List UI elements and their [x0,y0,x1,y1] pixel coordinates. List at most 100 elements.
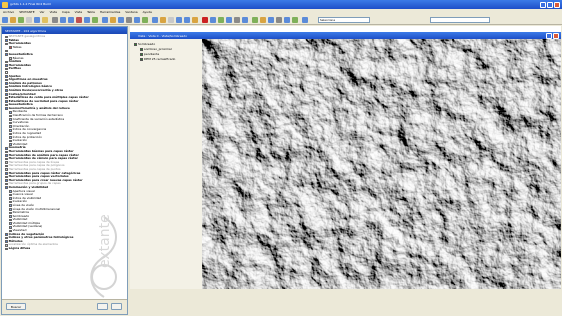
layer-item[interactable]: pendiente [140,52,159,56]
layer-combo[interactable]: Seleccione [318,16,370,23]
menu-item[interactable]: Vista [50,10,57,14]
toolbar-button[interactable] [102,16,108,23]
layer-item[interactable]: sombreo_proximal [140,47,172,51]
toolbar-button[interactable] [110,16,116,23]
tree-item-icon [5,172,8,175]
tree-item-icon [5,233,8,236]
tree-item-icon [5,60,8,64]
toolbar-button[interactable] [152,16,158,23]
menu-item[interactable]: Ayuda [143,10,152,14]
layer-label: pendiente [144,52,160,56]
menu-item[interactable]: Herramientas [100,10,120,14]
tree-item-icon [9,128,12,132]
tree-item-icon [5,78,8,82]
menu-item[interactable]: Tabla [87,10,95,14]
toolbar-button[interactable] [252,16,258,23]
tree-item-icon [5,179,8,182]
toolbar-button[interactable] [60,16,66,23]
toolbar-button[interactable] [168,16,174,23]
map-canvas[interactable] [202,39,561,289]
layer-checkbox[interactable] [140,52,143,56]
view-window-titlebar: Vista : Vista 0 - Vista/Sombreado [130,32,561,39]
toolbar-button[interactable] [276,16,282,23]
statusbar [130,289,561,315]
tree-item-icon [5,42,8,46]
tree-item-icon [9,139,12,143]
menu-item[interactable]: Ver [40,10,45,14]
tree-item-icon [9,114,12,118]
layer-item[interactable]: Sombreado [134,42,155,46]
toolbar-button[interactable] [234,16,240,23]
tree-item-icon [9,46,12,49]
toolbar-button[interactable] [176,16,182,23]
toolbar-button[interactable] [302,16,308,23]
view-maximize-button[interactable] [546,32,552,39]
toolbar-button[interactable] [34,16,40,23]
toolbar-button[interactable] [260,16,266,23]
toolbar-button[interactable] [10,16,16,23]
toolbar-button[interactable] [76,16,82,23]
sextante-panel: SEXTANTE - 104 algoritmos SEXTANTE geoal… [1,26,128,315]
toolbar-button[interactable] [126,16,132,23]
tree-item-icon [5,161,8,164]
tree-item-icon [5,49,8,53]
view-close-button[interactable] [553,32,559,39]
tree-item-icon [5,89,8,92]
tree-item-label: Perfiles [8,66,21,71]
toolbar-button[interactable] [118,16,124,23]
toolbar-button[interactable] [210,16,216,23]
sextante-watermark-logo: extante [90,214,117,298]
menu-item[interactable]: Vista [75,10,82,14]
toolbar-button[interactable] [268,16,274,23]
toolbar-button[interactable] [292,16,298,23]
toolbar-button[interactable] [2,16,8,23]
tree-item-icon [5,100,8,103]
toolbar-button[interactable] [202,16,208,23]
tree-item-icon [9,204,12,207]
history-button[interactable] [97,303,108,310]
menu-item[interactable]: SEXTANTE [19,10,34,14]
toolbar-button[interactable] [184,16,190,23]
toolbar-button[interactable] [42,16,48,23]
help-button[interactable] [111,303,122,310]
tree-item-icon [9,193,12,197]
menu-item[interactable]: Archivo [3,10,14,14]
maximize-button[interactable] [547,1,553,8]
toolbar-button[interactable] [68,16,74,23]
tree-item-icon [9,121,12,125]
toolbar-button[interactable] [192,16,198,23]
tree-item-icon [5,93,8,96]
toolbar-button[interactable] [160,16,166,23]
toolbar-button[interactable] [92,16,98,23]
app-icon [2,1,8,8]
svg-text:extante: extante [97,214,113,268]
menu-item[interactable]: Ventana [125,10,137,14]
sextante-titlebar: SEXTANTE - 104 algoritmos [2,27,127,34]
layer-item[interactable]: DEM 25 reclasificado [140,57,175,61]
toolbar-button[interactable] [18,16,24,23]
tree-item-label: Tablas [12,44,22,49]
scale-combo[interactable] [430,16,490,23]
window-title: gvSIG 1.1.2 Final RC4 Build [10,2,51,6]
toolbar-button[interactable] [84,16,90,23]
layer-checkbox[interactable] [140,47,143,51]
toolbar-button[interactable] [284,16,290,23]
toolbar-button[interactable] [26,16,32,23]
tree-item-icon [9,125,12,128]
sextante-title: SEXTANTE - 104 algoritmos [5,29,47,33]
layer-checkbox[interactable] [134,42,137,46]
toolbar-button[interactable] [226,16,232,23]
toolbar-button[interactable] [218,16,224,23]
toolbar-button[interactable] [142,16,148,23]
toolbar-button[interactable] [52,16,58,23]
tree-item-icon [9,211,12,215]
layer-checkbox[interactable] [140,57,143,61]
minimize-button[interactable] [540,1,546,8]
tree-item-icon [9,218,12,222]
tree-item-icon [5,186,8,190]
toolbar-button[interactable] [134,16,140,23]
search-button[interactable]: Buscar [6,303,26,310]
menu-item[interactable]: Capa [62,10,70,14]
close-button[interactable] [554,1,560,8]
toolbar-button[interactable] [242,16,248,23]
